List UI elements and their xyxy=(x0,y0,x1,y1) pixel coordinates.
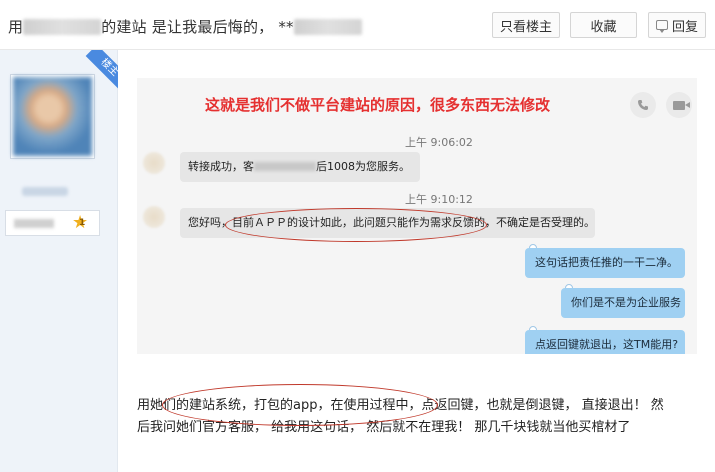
chat-screenshot: 这就是我们不做平台建站的原因，很多东西无法修改 上午 9:06:02 转接成功，… xyxy=(137,78,697,360)
redacted-text xyxy=(293,19,362,35)
author-level: ★ 1 xyxy=(5,210,100,236)
phone-icon xyxy=(630,92,656,118)
highlight-circle xyxy=(162,384,438,426)
reply-button[interactable]: 回复 xyxy=(648,12,706,38)
op-badge: 楼主 xyxy=(85,50,118,90)
chat-bubble-user: 你们是不是为企业服务 xyxy=(561,288,685,318)
level-title xyxy=(14,219,54,228)
op-badge-corner: 楼主 xyxy=(80,50,118,90)
highlight-circle xyxy=(225,208,487,242)
favorite-label: 收藏 xyxy=(590,19,617,35)
chat-bubble-agent: 转接成功，客 后1008为您服务。 xyxy=(180,152,420,182)
only-op-label: 只看楼主 xyxy=(499,19,552,35)
speech-bubble-icon xyxy=(655,20,668,33)
post-title: 用 的建站 是让我最后悔的， ** xyxy=(8,16,362,37)
post-title-main: 的建站 是让我最后悔的， ** xyxy=(101,18,294,36)
only-op-button[interactable]: 只看楼主 xyxy=(492,12,560,38)
screenshot-edge xyxy=(137,354,697,360)
level-number: 1 xyxy=(79,218,86,228)
redacted-text xyxy=(23,19,102,35)
post-header: 用 的建站 是让我最后悔的， ** 只看楼主 收藏 回复 xyxy=(0,0,715,50)
author-sidebar: 楼主 ★ 1 xyxy=(0,50,118,472)
favorite-button[interactable]: 收藏 xyxy=(570,12,637,38)
message-time: 上午 9:06:02 xyxy=(405,136,473,149)
agent-avatar xyxy=(143,206,165,228)
video-icon xyxy=(666,92,692,118)
bubble-text: 后1008为您服务。 xyxy=(316,160,410,173)
author-username[interactable] xyxy=(22,187,68,196)
reply-label: 回复 xyxy=(671,19,698,35)
screenshot-annotation: 这就是我们不做平台建站的原因，很多东西无法修改 xyxy=(205,96,551,114)
post-title-prefix: 用 xyxy=(8,18,24,36)
bubble-text: 转接成功，客 xyxy=(188,160,254,173)
message-time: 上午 9:10:12 xyxy=(405,193,473,206)
agent-avatar xyxy=(143,152,165,174)
chat-bubble-user: 这句话把责任推的一干二净。 xyxy=(525,248,685,278)
redacted-text xyxy=(254,162,316,171)
